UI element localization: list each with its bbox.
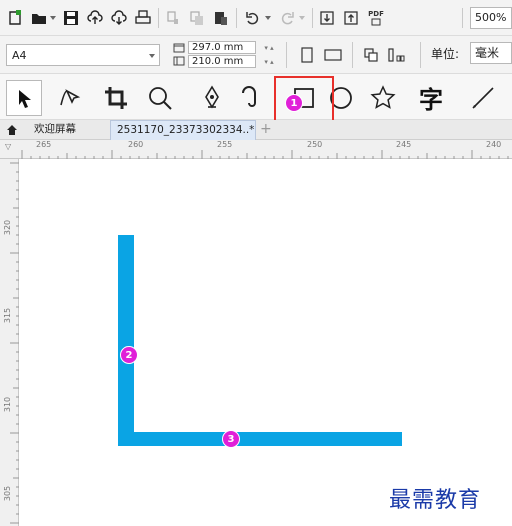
ruler-label: 250 [307, 140, 323, 149]
ellipse-tool-icon[interactable] [326, 84, 356, 112]
undo-dropdown-icon[interactable] [265, 16, 271, 20]
toolbar-separator [286, 42, 287, 68]
ruler-label: 240 [486, 140, 502, 149]
open-dropdown-icon[interactable] [50, 16, 56, 20]
page-height-icon [172, 55, 186, 67]
annotation-badge-1: 1 [285, 94, 303, 112]
zoom-tool-icon[interactable] [146, 84, 174, 112]
annotation-badge-3: 3 [222, 430, 240, 448]
polygon-tool-icon[interactable] [368, 84, 398, 112]
current-page-icon[interactable] [386, 46, 406, 64]
spinner-icon[interactable]: ▾ ▴ [258, 55, 280, 68]
save-icon[interactable] [62, 9, 80, 27]
cloud-download-icon[interactable] [110, 9, 128, 27]
unit-select[interactable]: 毫米 [470, 42, 512, 64]
pdf-label: PDF [368, 10, 384, 18]
crop-tool-icon[interactable] [102, 84, 130, 112]
toolbar-separator [352, 42, 353, 68]
l-shape-vertical-segment[interactable] [118, 235, 134, 445]
pen-tool-icon[interactable] [198, 84, 226, 112]
zoom-level-input[interactable]: 500% [470, 7, 512, 29]
ruler-label: 310 [3, 396, 13, 413]
print-icon[interactable] [134, 9, 152, 27]
page-width-field[interactable]: 297.0 mm [188, 41, 256, 54]
horizontal-ruler[interactable]: ▽ 265 260 255 250 245 240 [0, 140, 512, 159]
toolbar-separator [312, 8, 313, 28]
drawing-canvas[interactable] [19, 159, 512, 526]
undo-icon[interactable] [244, 9, 262, 27]
artistic-media-tool-icon[interactable] [236, 84, 264, 112]
ruler-label: 315 [3, 307, 13, 324]
shape-tool-icon[interactable] [56, 84, 84, 112]
redo-dropdown-icon[interactable] [299, 16, 305, 20]
ruler-label: 305 [3, 485, 13, 502]
add-tab-button[interactable]: + [260, 120, 272, 140]
open-folder-icon[interactable] [30, 9, 48, 27]
ruler-label: 255 [217, 140, 233, 149]
pdf-icon[interactable]: PDF [366, 8, 386, 28]
unit-label: 单位: [431, 47, 460, 61]
ruler-label: 265 [36, 140, 52, 149]
toolbar-separator [236, 8, 237, 28]
page-size-select[interactable]: A4 [6, 44, 160, 66]
ruler-ticks [21, 150, 509, 159]
tab-document[interactable]: 2531170_23373302334..* [110, 120, 256, 140]
page-width-icon [172, 42, 186, 54]
paste-icon[interactable] [212, 9, 230, 27]
text-tool-icon[interactable]: 字 [416, 82, 446, 114]
pick-tool-button[interactable] [6, 80, 42, 116]
copy-icon[interactable] [188, 9, 206, 27]
pick-tool-icon [13, 87, 37, 111]
cut-icon[interactable] [164, 9, 182, 27]
new-document-icon[interactable] [6, 9, 24, 27]
document-tabs: 欢迎屏幕 2531170_23373302334..* + [0, 120, 512, 140]
toolbar-separator [462, 8, 463, 28]
ruler-label: 260 [128, 140, 144, 149]
import-icon[interactable] [318, 9, 336, 27]
all-pages-icon[interactable] [362, 46, 380, 64]
portrait-icon[interactable] [298, 45, 316, 65]
toolbar-separator [420, 42, 421, 68]
spinner-icon[interactable]: ▾ ▴ [258, 41, 280, 54]
tab-welcome-screen[interactable]: 欢迎屏幕 [34, 120, 76, 140]
redo-icon[interactable] [278, 9, 296, 27]
landscape-icon[interactable] [322, 45, 344, 65]
watermark-text: 最需教育 [389, 488, 482, 513]
ruler-corner[interactable]: ▽ [5, 142, 11, 151]
home-icon[interactable] [5, 123, 19, 137]
ruler-ticks [10, 162, 19, 524]
chevron-down-icon [149, 54, 155, 58]
annotation-badge-2: 2 [120, 346, 138, 364]
l-shape-horizontal-segment[interactable] [118, 432, 402, 446]
ruler-label: 320 [3, 219, 13, 236]
vertical-ruler[interactable]: 320 315 310 305 [0, 159, 19, 526]
export-icon[interactable] [342, 9, 360, 27]
ruler-label: 245 [396, 140, 412, 149]
toolbar-separator [158, 8, 159, 28]
standard-toolbar: PDF 500% [0, 0, 512, 36]
page-height-field[interactable]: 210.0 mm [188, 55, 256, 68]
page-size-value: A4 [12, 49, 27, 62]
toolbox: 字 [0, 74, 512, 120]
cloud-upload-icon[interactable] [86, 9, 104, 27]
line-tool-icon[interactable] [468, 84, 498, 112]
